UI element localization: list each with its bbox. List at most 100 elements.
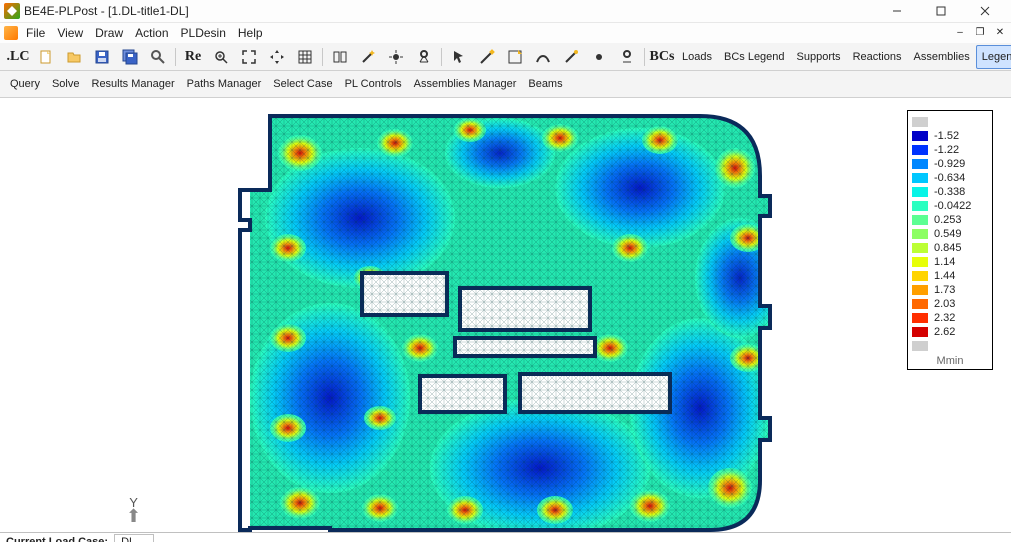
tool-bcs-legend[interactable]: BCs Legend xyxy=(718,45,791,69)
legend-swatch xyxy=(912,145,928,155)
legend-row: 1.14 xyxy=(912,255,988,269)
node2-icon[interactable] xyxy=(585,46,613,68)
contour-viewport[interactable]: -1.52 -1.22 -0.929 -0.634 -0.338 -0.04220.253… xyxy=(0,98,1011,532)
legend-row: 0.253 xyxy=(912,213,988,227)
restraint-icon[interactable] xyxy=(410,46,438,68)
window-title: BE4E-PLPost - [1.DL-title1-DL] xyxy=(24,4,189,18)
legend-row: -0.338 xyxy=(912,185,988,199)
tool-assemblies[interactable]: Assemblies xyxy=(907,45,975,69)
close-button[interactable] xyxy=(963,0,1007,22)
edit-line-icon[interactable] xyxy=(473,46,501,68)
pan-icon[interactable] xyxy=(263,46,291,68)
status-value: DL xyxy=(114,534,154,542)
legend-cap-top xyxy=(912,115,988,129)
new-icon[interactable] xyxy=(32,46,60,68)
legend-value: -0.0422 xyxy=(934,200,971,212)
legend-swatch xyxy=(912,159,928,169)
cmd-assemblies-manager[interactable]: Assemblies Manager xyxy=(408,72,523,96)
legend-cap-bottom xyxy=(912,339,988,353)
main-toolbar: .LC Re BCs LoadsBCs LegendSupportsReacti… xyxy=(0,44,1011,71)
legend-value: -1.52 xyxy=(934,130,959,142)
tool-supports[interactable]: Supports xyxy=(791,45,847,69)
legend-row: -0.929 xyxy=(912,157,988,171)
legend-swatch xyxy=(912,173,928,183)
legend-row: 2.62 xyxy=(912,325,988,339)
legend-swatch xyxy=(912,327,928,337)
edit-area-icon[interactable] xyxy=(501,46,529,68)
legend-value: 0.845 xyxy=(934,242,962,254)
menu-help[interactable]: Help xyxy=(232,24,269,42)
menu-file[interactable]: File xyxy=(20,24,51,42)
document-icon xyxy=(4,26,18,40)
menu-pldesin[interactable]: PLDesin xyxy=(175,24,232,42)
legend-row: 1.44 xyxy=(912,269,988,283)
legend-row: 0.549 xyxy=(912,227,988,241)
legend-value: -1.22 xyxy=(934,144,959,156)
title-bar: BE4E-PLPost - [1.DL-title1-DL] xyxy=(0,0,1011,23)
legend-caption: Mmin xyxy=(912,355,988,367)
node-icon[interactable] xyxy=(382,46,410,68)
legend-row: 2.03 xyxy=(912,297,988,311)
legend-swatch xyxy=(912,285,928,295)
legend-row: -0.0422 xyxy=(912,199,988,213)
color-legend: -1.52 -1.22 -0.929 -0.634 -0.338 -0.04220.253… xyxy=(907,110,993,370)
refresh-button[interactable]: Re xyxy=(179,46,207,68)
menu-view[interactable]: View xyxy=(51,24,89,42)
up-arrow-icon: ⬆ xyxy=(126,510,141,522)
zoom-extent-icon[interactable] xyxy=(235,46,263,68)
cmd-beams[interactable]: Beams xyxy=(522,72,568,96)
legend-swatch xyxy=(912,131,928,141)
legend-row: 2.32 xyxy=(912,311,988,325)
legend-swatch xyxy=(912,215,928,225)
restraint2-icon[interactable] xyxy=(613,46,641,68)
legend-value: 1.44 xyxy=(934,270,955,282)
select-arrow-icon[interactable] xyxy=(445,46,473,68)
lc-button[interactable]: .LC xyxy=(4,46,32,68)
bcs-button[interactable]: BCs xyxy=(648,46,676,68)
wand-icon[interactable] xyxy=(354,46,382,68)
tool-reactions[interactable]: Reactions xyxy=(847,45,908,69)
legend-swatch xyxy=(912,257,928,267)
open-icon[interactable] xyxy=(60,46,88,68)
legend-value: 2.32 xyxy=(934,312,955,324)
legend-row: -0.634 xyxy=(912,171,988,185)
legend-row: 1.73 xyxy=(912,283,988,297)
assembly-icon[interactable] xyxy=(326,46,354,68)
save-icon[interactable] xyxy=(88,46,116,68)
legend-swatch xyxy=(912,243,928,253)
cmd-solve[interactable]: Solve xyxy=(46,72,86,96)
legend-value: -0.929 xyxy=(934,158,965,170)
legend-value: 2.03 xyxy=(934,298,955,310)
maximize-button[interactable] xyxy=(919,0,963,22)
legend-row: 0.845 xyxy=(912,241,988,255)
grid-icon[interactable] xyxy=(291,46,319,68)
legend-value: 1.14 xyxy=(934,256,955,268)
mdi-restore-button[interactable]: ❐ xyxy=(971,24,989,40)
cmd-paths-manager[interactable]: Paths Manager xyxy=(181,72,268,96)
legend-row: -1.52 xyxy=(912,129,988,143)
axis-indicator: Y ⬆ xyxy=(126,495,141,522)
cmd-select-case[interactable]: Select Case xyxy=(267,72,338,96)
legend-swatch xyxy=(912,299,928,309)
path-icon[interactable] xyxy=(529,46,557,68)
legend-value: -0.634 xyxy=(934,172,965,184)
cmd-query[interactable]: Query xyxy=(4,72,46,96)
cmd-results-manager[interactable]: Results Manager xyxy=(86,72,181,96)
minimize-button[interactable] xyxy=(875,0,919,22)
cmd-pl-controls[interactable]: PL Controls xyxy=(339,72,408,96)
mdi-close-button[interactable]: ✕ xyxy=(991,24,1009,40)
menu-draw[interactable]: Draw xyxy=(89,24,129,42)
menu-action[interactable]: Action xyxy=(129,24,174,42)
tool-legend[interactable]: Legend xyxy=(976,45,1011,69)
zoom-window-icon[interactable] xyxy=(207,46,235,68)
status-bar: Current Load Case: DL xyxy=(0,532,1011,542)
tool-loads[interactable]: Loads xyxy=(676,45,718,69)
legend-row: -1.22 xyxy=(912,143,988,157)
save-all-icon[interactable] xyxy=(116,46,144,68)
wand2-icon[interactable] xyxy=(557,46,585,68)
secondary-toolbar: QuerySolveResults ManagerPaths ManagerSe… xyxy=(0,71,1011,98)
legend-swatch xyxy=(912,187,928,197)
mdi-minimize-button[interactable]: – xyxy=(951,24,969,40)
legend-value: -0.338 xyxy=(934,186,965,198)
search-icon[interactable] xyxy=(144,46,172,68)
